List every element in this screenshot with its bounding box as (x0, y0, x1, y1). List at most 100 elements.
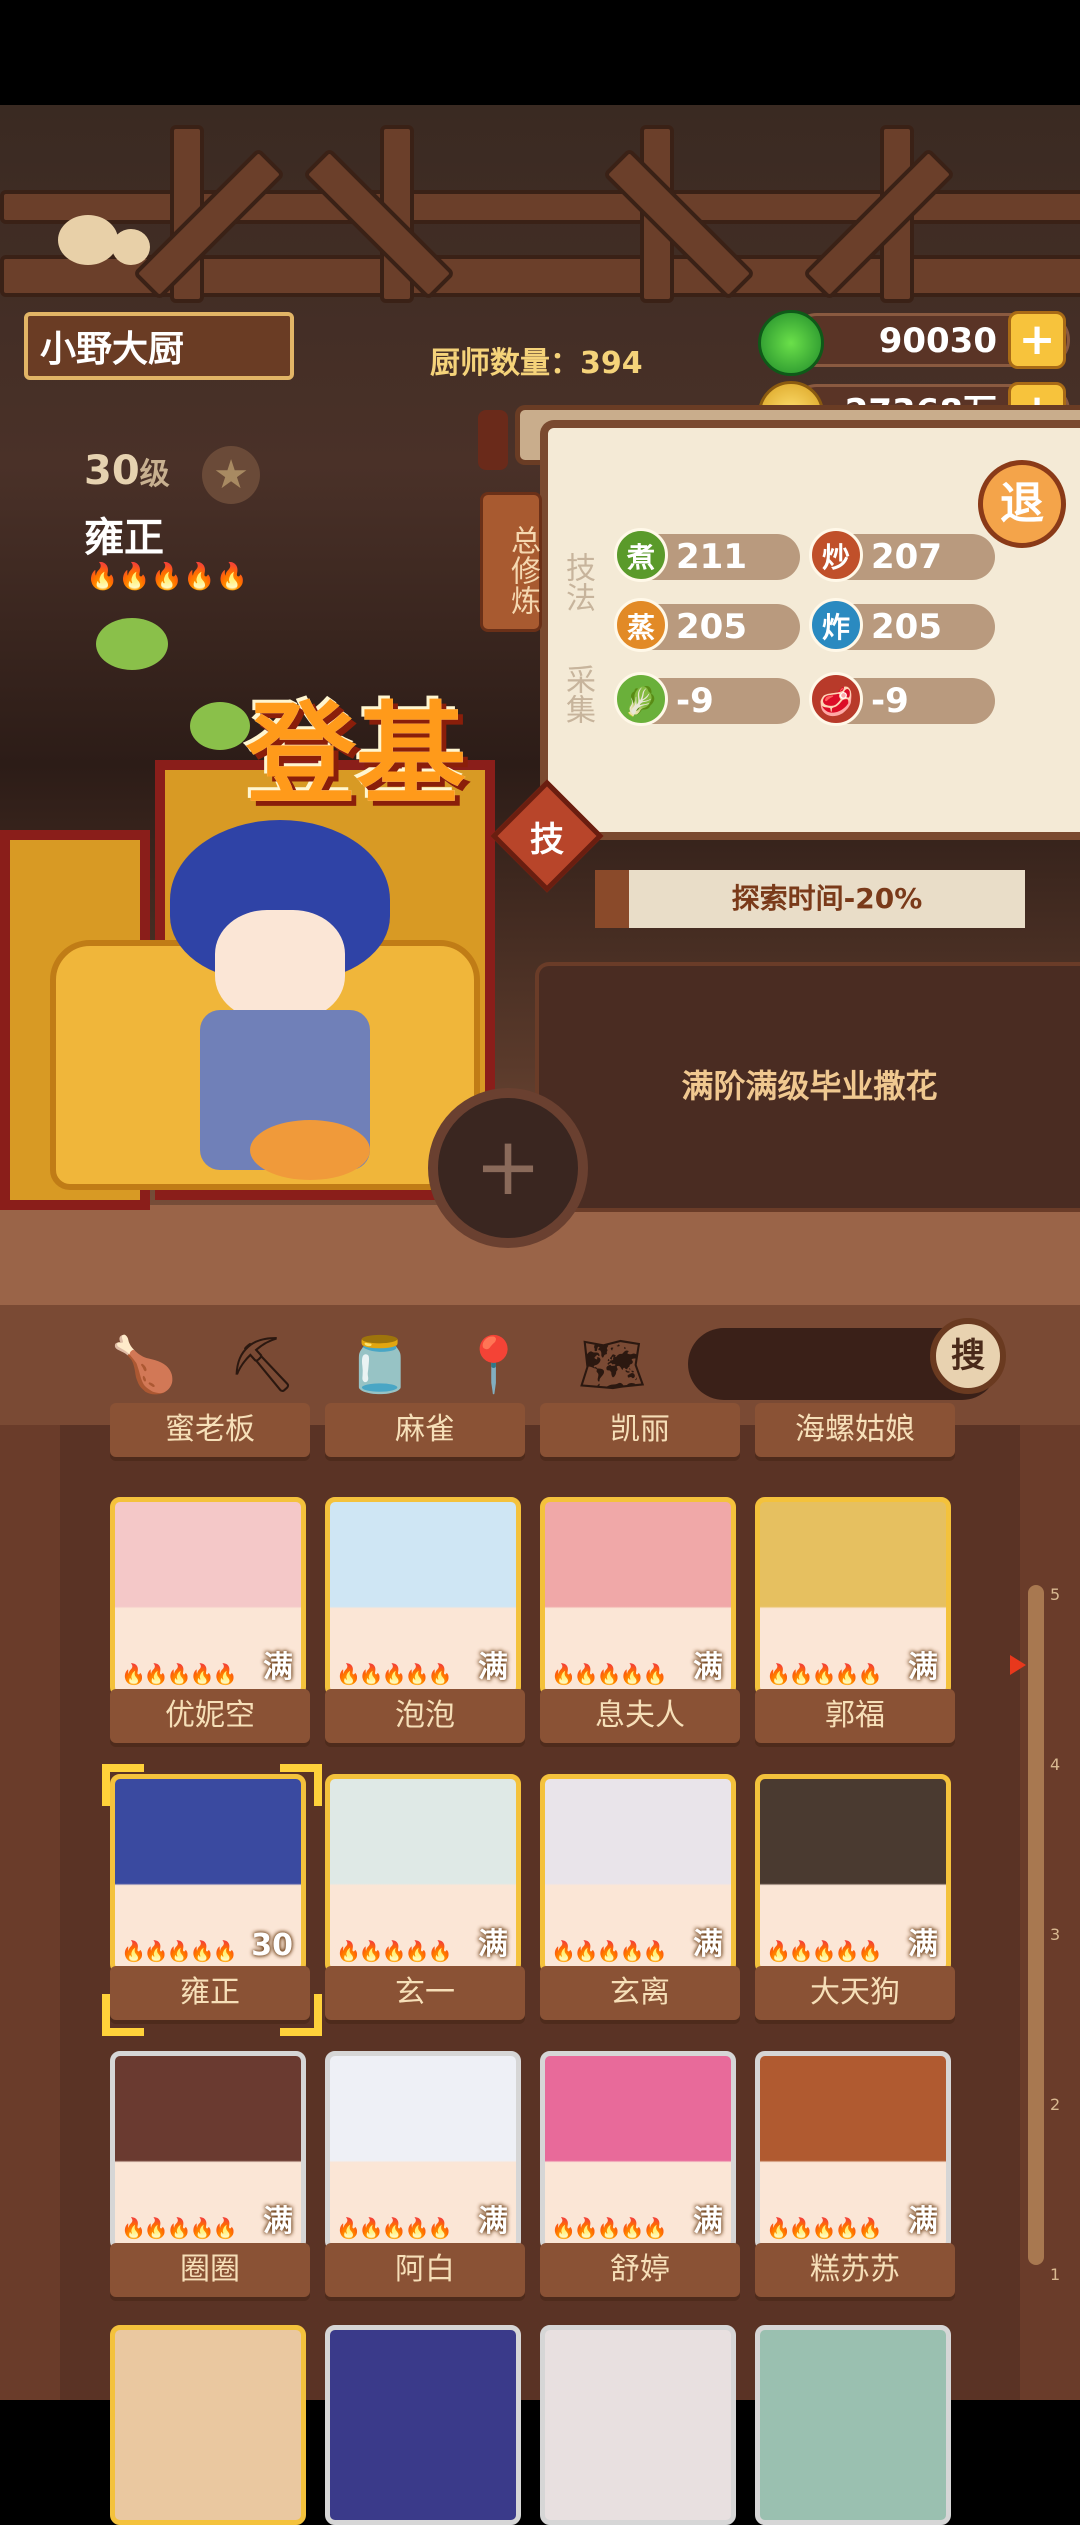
chef-badge: 满 (908, 1927, 938, 1962)
stat-steam: 蒸 205 (614, 598, 800, 652)
chef-badge: 满 (478, 2204, 508, 2239)
chef-level-number: 30 (84, 448, 140, 494)
scale-tick: 3 (1050, 1925, 1061, 1944)
cat-icon (250, 1120, 370, 1180)
chef-nameplate: 海螺姑娘 (755, 1403, 955, 1457)
scale-tick: 1 (1050, 2265, 1061, 2284)
fry-icon: 炸 (809, 598, 863, 652)
chef-nameplate: 糕苏苏 (755, 2243, 955, 2297)
stat-value: -9 (871, 681, 909, 721)
chef-card[interactable]: 🔥🔥🔥🔥🔥 满 (110, 1497, 306, 1697)
note-panel: 满阶满级毕业撒花 (535, 962, 1080, 1212)
chef-card[interactable] (540, 2325, 736, 2525)
star-icon[interactable]: ★ (202, 446, 260, 504)
scroll-marker-icon (1010, 1655, 1026, 1675)
flame-rating: 🔥🔥🔥🔥🔥 (121, 1662, 238, 1686)
exit-button[interactable]: 退 (978, 460, 1066, 548)
flame-rating: 🔥🔥🔥🔥🔥 (121, 2216, 238, 2240)
flame-rating: 🔥🔥🔥🔥🔥 (766, 2216, 883, 2240)
chef-card[interactable]: 🔥🔥🔥🔥🔥 满 (325, 1497, 521, 1697)
panel-knob (478, 410, 508, 470)
chef-level-suffix: 级 (139, 457, 170, 492)
selection-corner (280, 1994, 322, 2036)
scale-tick: 4 (1050, 1755, 1061, 1774)
chef-flames: 🔥🔥🔥🔥🔥 (86, 562, 248, 592)
stat-value: 205 (676, 607, 747, 647)
meat-icon: 🥩 (809, 672, 863, 726)
skill-badge: 技 (530, 820, 564, 860)
stat-fry: 炸 205 (809, 598, 995, 652)
chef-card[interactable]: 🔥🔥🔥🔥🔥 满 (325, 1774, 521, 1974)
chef-nameplate: 玄离 (540, 1966, 740, 2020)
bird-icon (58, 215, 118, 265)
gather-label: 采集 (560, 664, 595, 724)
chef-card[interactable] (110, 2325, 306, 2525)
add-jade-button[interactable]: + (1008, 311, 1066, 369)
explore-bonus: 探索时间-20% (595, 870, 1025, 928)
tab-total-training[interactable]: 总修炼 (480, 492, 542, 632)
flame-rating: 🔥🔥🔥🔥🔥 (336, 2216, 453, 2240)
jar-filter-icon[interactable]: 🫙 (346, 1332, 413, 1398)
chef-count-value: 394 (580, 346, 643, 381)
chef-card[interactable]: 🔥🔥🔥🔥🔥 满 (110, 2051, 306, 2251)
status-bar (0, 0, 1080, 105)
stat-value: -9 (676, 681, 714, 721)
list-left-rail (0, 1425, 60, 2400)
chef-badge: 满 (908, 2204, 938, 2239)
bird-icon (190, 702, 250, 750)
chef-nameplate: 大天狗 (755, 1966, 955, 2020)
chef-nameplate: 息夫人 (540, 1689, 740, 1743)
title-banner: 登基 (246, 690, 466, 819)
stat-value: 211 (676, 537, 747, 577)
chef-level: 30级 (84, 448, 170, 494)
chef-badge: 满 (908, 1650, 938, 1685)
flame-rating: 🔥🔥🔥🔥🔥 (551, 1662, 668, 1686)
chef-badge: 满 (263, 2204, 293, 2239)
chef-badge: 满 (263, 1650, 293, 1685)
selection-corner (102, 1994, 144, 2036)
flame-rating: 🔥🔥🔥🔥🔥 (551, 1939, 668, 1963)
jade-icon (758, 310, 824, 376)
shovel-filter-icon[interactable]: ⛏ (228, 1332, 297, 1398)
chef-list: 54321 蜜老板 麻雀 凯丽 海螺姑娘 🔥🔥🔥🔥🔥 满优妮空 🔥🔥🔥🔥🔥 满泡泡 🔥🔥🔥🔥🔥… (0, 1403, 1080, 2525)
flame-rating: 🔥🔥🔥🔥🔥 (766, 1939, 883, 1963)
chef-card[interactable] (755, 2325, 951, 2525)
chef-card[interactable]: 🔥🔥🔥🔥🔥 满 (755, 1497, 951, 1697)
flame-rating: 🔥🔥🔥🔥🔥 (766, 1662, 883, 1686)
search-button[interactable]: 搜 (930, 1318, 1006, 1394)
chef-card[interactable] (325, 2325, 521, 2525)
chef-badge: 30 (251, 1928, 293, 1963)
stirfry-icon: 炒 (809, 528, 863, 582)
chef-nameplate: 蜜老板 (110, 1403, 310, 1457)
add-equipment-button[interactable]: + (428, 1088, 588, 1248)
chef-name: 雍正 (84, 515, 164, 561)
chef-badge: 满 (478, 1927, 508, 1962)
chef-card[interactable]: 🔥🔥🔥🔥🔥 满 (540, 1497, 736, 1697)
chef-card[interactable]: 🔥🔥🔥🔥🔥 满 (540, 1774, 736, 1974)
chef-nameplate: 阿白 (325, 2243, 525, 2297)
chef-count-label: 厨师数量： (430, 346, 580, 381)
chef-card[interactable]: 🔥🔥🔥🔥🔥 满 (755, 2051, 951, 2251)
stat-value: 205 (871, 607, 942, 647)
scale-tick: 2 (1050, 2095, 1061, 2114)
bird-icon (112, 229, 150, 265)
flame-rating: 🔥🔥🔥🔥🔥 (336, 1662, 453, 1686)
skill-label: 技法 (560, 552, 595, 612)
chef-card[interactable]: 🔥🔥🔥🔥🔥 满 (540, 2051, 736, 2251)
chef-card[interactable]: 🔥🔥🔥🔥🔥 满 (325, 2051, 521, 2251)
player-name-box[interactable]: 小野大厨 (24, 312, 294, 380)
chef-nameplate: 优妮空 (110, 1689, 310, 1743)
flame-rating: 🔥🔥🔥🔥🔥 (121, 1939, 238, 1963)
chef-card[interactable]: 🔥🔥🔥🔥🔥 满 (755, 1774, 951, 1974)
stat-value: 207 (871, 537, 942, 577)
stat-meat: 🥩 -9 (809, 672, 995, 726)
location-filter-icon[interactable]: 📍 (460, 1332, 527, 1398)
selection-corner (280, 1764, 322, 1806)
map-filter-icon[interactable]: 🗺 (578, 1332, 647, 1398)
meat-filter-icon[interactable]: 🍗 (110, 1332, 177, 1398)
vegetable-icon: 🥬 (614, 672, 668, 726)
chef-nameplate: 麻雀 (325, 1403, 525, 1457)
scroll-track[interactable] (1028, 1585, 1044, 2265)
chef-count: 厨师数量：394 (430, 338, 643, 382)
chef-nameplate: 舒婷 (540, 2243, 740, 2297)
